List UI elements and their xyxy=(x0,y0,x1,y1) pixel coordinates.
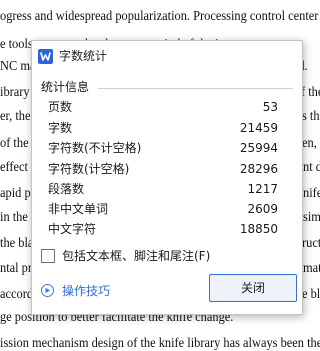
document-line-tail: simpl xyxy=(303,209,320,224)
stat-row-chars-no-spaces: 字符数(不计空格) 25994 xyxy=(48,140,278,156)
document-line: ogress and widespread popularization. Pr… xyxy=(0,8,319,23)
document-line-tail: f the xyxy=(301,84,320,99)
stat-value: 1217 xyxy=(247,182,278,196)
document-line-tail: s the xyxy=(302,108,320,123)
stat-value: 25994 xyxy=(239,141,278,155)
stat-value: 53 xyxy=(262,100,278,114)
play-circle-icon xyxy=(41,284,54,297)
document-line: ibrary xyxy=(0,84,30,99)
document-line: er, the xyxy=(0,108,31,123)
stat-label: 段落数 xyxy=(48,182,85,196)
stat-label: 页数 xyxy=(48,100,73,114)
document-line: the bla xyxy=(0,235,34,250)
stat-value: 18850 xyxy=(239,222,278,236)
stat-label: 非中文单词 xyxy=(48,202,109,216)
document-line-tail: ructur xyxy=(302,235,320,250)
document-line: ission mechanism design of the knife lib… xyxy=(0,335,320,350)
include-textboxes-checkbox[interactable] xyxy=(41,249,55,263)
stat-row-pages: 页数 53 xyxy=(48,99,278,115)
word-count-dialog: 字数统计 统计信息 页数 53 字数 21459 字符数(不计空格) 25994… xyxy=(31,40,303,315)
stat-row-paragraphs: 段落数 1217 xyxy=(48,181,278,197)
document-line-tail: e blac xyxy=(302,286,320,301)
dialog-titlebar[interactable]: 字数统计 xyxy=(32,41,302,71)
close-button[interactable]: 关闭 xyxy=(209,274,297,302)
stat-label: 字符数(不计空格) xyxy=(48,141,142,155)
document-line-tail: nife li xyxy=(303,185,320,200)
stat-label: 中文字符 xyxy=(48,222,97,236)
document-line: of the xyxy=(0,135,29,150)
document-line-tail: en, d xyxy=(302,135,320,150)
document-line: effect xyxy=(0,159,28,174)
wps-writer-icon xyxy=(38,49,53,64)
document-line-tail: nt du xyxy=(303,159,320,174)
document-line-tail: matio xyxy=(303,260,320,275)
stat-value: 21459 xyxy=(239,121,278,135)
stat-label: 字数 xyxy=(48,121,73,135)
stat-value: 2609 xyxy=(247,202,278,216)
operation-tips-label[interactable]: 操作技巧 xyxy=(62,282,110,300)
section-title: 统计信息 xyxy=(41,80,90,94)
stat-row-chars-with-spaces: 字符数(计空格) 28296 xyxy=(48,161,278,177)
section-divider xyxy=(98,88,293,89)
stat-row-words: 字数 21459 xyxy=(48,120,278,136)
stat-row-chinese-chars: 中文字符 18850 xyxy=(48,221,278,237)
document-line: in the xyxy=(0,209,28,224)
stat-value: 28296 xyxy=(239,162,278,176)
document-line: apid pr xyxy=(0,185,35,200)
document-line: accord xyxy=(0,286,34,301)
stat-label: 字符数(计空格) xyxy=(48,162,130,176)
dialog-title: 字数统计 xyxy=(59,49,108,63)
stat-row-non-chinese-words: 非中文单词 2609 xyxy=(48,201,278,217)
include-textboxes-label[interactable]: 包括文本框、脚注和尾注(F) xyxy=(62,248,210,264)
